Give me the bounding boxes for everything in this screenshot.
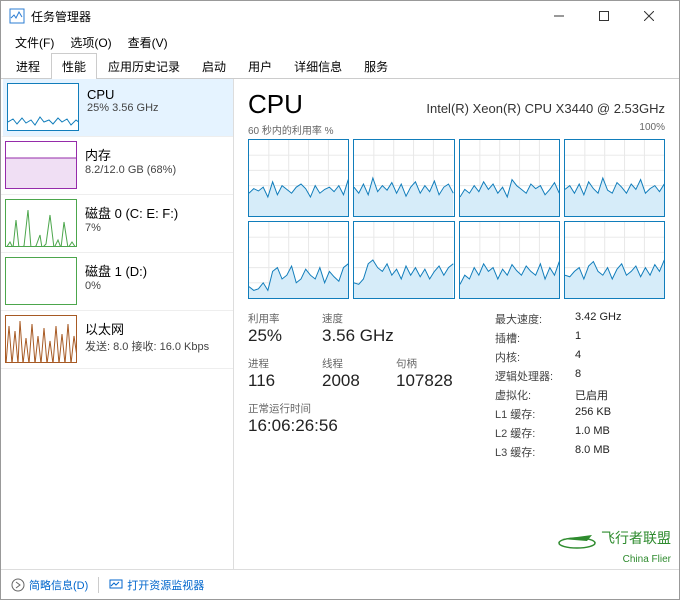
threads-value: 2008 [322, 371, 382, 391]
tab-details[interactable]: 详细信息 [283, 53, 353, 79]
maximize-button[interactable] [581, 1, 626, 31]
spec-sockets-label: 插槽: [495, 330, 575, 346]
handles-value: 107828 [396, 371, 456, 391]
speed-value: 3.56 GHz [322, 326, 394, 346]
spec-l3-label: L3 缓存: [495, 444, 575, 460]
sidebar-net-sub: 发送: 8.0 接收: 16.0 Kbps [85, 338, 209, 354]
cpu-thumbnail-chart [7, 83, 79, 131]
spec-virt-value: 已启用 [575, 387, 608, 403]
tab-processes[interactable]: 进程 [5, 53, 51, 79]
cpu-core-1-chart [353, 139, 454, 217]
spec-cores-value: 4 [575, 349, 581, 365]
close-button[interactable] [626, 1, 671, 31]
tab-performance[interactable]: 性能 [51, 53, 97, 79]
cpu-core-3-chart [564, 139, 665, 217]
cpu-core-2-chart [459, 139, 560, 217]
sidebar-memory-title: 内存 [85, 145, 176, 164]
stats-area: 利用率 25% 速度 3.56 GHz 进程 116 [248, 311, 665, 463]
sidebar-cpu-title: CPU [87, 87, 159, 102]
spec-virt-label: 虚拟化: [495, 387, 575, 403]
threads-label: 线程 [322, 356, 382, 371]
processes-value: 116 [248, 371, 308, 391]
chart-label-right: 100% [639, 122, 665, 137]
titlebar[interactable]: 任务管理器 [1, 1, 679, 31]
cpu-core-grid[interactable] [248, 139, 665, 299]
spec-sockets-value: 1 [575, 330, 581, 346]
spec-l3-value: 8.0 MB [575, 444, 610, 460]
spec-maxspeed-value: 3.42 GHz [575, 311, 621, 327]
monitor-icon [109, 578, 123, 592]
tabbar: 进程 性能 应用历史记录 启动 用户 详细信息 服务 [1, 53, 679, 79]
sidebar-cpu-sub: 25% 3.56 GHz [87, 102, 159, 114]
minimize-button[interactable] [536, 1, 581, 31]
window-title: 任务管理器 [31, 8, 536, 25]
sidebar-memory-sub: 8.2/12.0 GB (68%) [85, 164, 176, 176]
spec-logical-label: 逻辑处理器: [495, 368, 575, 384]
spec-l1-label: L1 缓存: [495, 406, 575, 422]
utilization-label: 利用率 [248, 311, 308, 326]
sidebar-item-memory[interactable]: 内存 8.2/12.0 GB (68%) [1, 137, 233, 195]
menu-options[interactable]: 选项(O) [62, 32, 119, 53]
memory-thumbnail-chart [5, 141, 77, 189]
sidebar-item-cpu[interactable]: CPU 25% 3.56 GHz [1, 79, 233, 137]
speed-label: 速度 [322, 311, 394, 326]
sidebar-item-ethernet[interactable]: 以太网 发送: 8.0 接收: 16.0 Kbps [1, 311, 233, 369]
app-icon [9, 8, 25, 24]
menubar: 文件(F) 选项(O) 查看(V) [1, 31, 679, 53]
cpu-core-5-chart [353, 221, 454, 299]
disk0-thumbnail-chart [5, 199, 77, 247]
disk1-thumbnail-chart [5, 257, 77, 305]
uptime-label: 正常运行时间 [248, 401, 338, 416]
separator [98, 577, 99, 593]
uptime-value: 16:06:26:56 [248, 416, 338, 436]
chart-label-left: 60 秒内的利用率 % [248, 122, 334, 137]
spec-cores-label: 内核: [495, 349, 575, 365]
content-body: CPU 25% 3.56 GHz 内存 8.2/12.0 GB (68%) [1, 79, 679, 569]
sidebar-disk1-sub: 0% [85, 280, 147, 292]
fewer-details-link[interactable]: 简略信息(D) [11, 577, 88, 593]
cpu-model: Intel(R) Xeon(R) CPU X3440 @ 2.53GHz [426, 101, 665, 116]
main-panel: CPU Intel(R) Xeon(R) CPU X3440 @ 2.53GHz… [233, 79, 679, 569]
task-manager-window: 任务管理器 文件(F) 选项(O) 查看(V) 进程 性能 应用历史记录 启动 … [0, 0, 680, 600]
cpu-core-0-chart [248, 139, 349, 217]
sidebar-net-title: 以太网 [85, 319, 209, 338]
tab-app-history[interactable]: 应用历史记录 [97, 53, 191, 79]
spec-l2-value: 1.0 MB [575, 425, 610, 441]
menu-view[interactable]: 查看(V) [120, 32, 176, 53]
footer: 简略信息(D) 打开资源监视器 [1, 569, 679, 599]
menu-file[interactable]: 文件(F) [7, 32, 62, 53]
spec-l1-value: 256 KB [575, 406, 611, 422]
chevron-circle-icon [11, 578, 25, 592]
tab-services[interactable]: 服务 [353, 53, 399, 79]
spec-l2-label: L2 缓存: [495, 425, 575, 441]
cpu-core-7-chart [564, 221, 665, 299]
spec-logical-value: 8 [575, 368, 581, 384]
handles-label: 句柄 [396, 356, 456, 371]
resource-monitor-label: 打开资源监视器 [127, 577, 204, 593]
page-title: CPU [248, 89, 303, 120]
cpu-core-4-chart [248, 221, 349, 299]
sidebar-disk1-title: 磁盘 1 (D:) [85, 261, 147, 280]
sidebar-disk0-sub: 7% [85, 222, 178, 234]
tab-users[interactable]: 用户 [237, 53, 283, 79]
fewer-details-label: 简略信息(D) [29, 577, 88, 593]
sidebar: CPU 25% 3.56 GHz 内存 8.2/12.0 GB (68%) [1, 79, 233, 569]
sidebar-disk0-title: 磁盘 0 (C: E: F:) [85, 203, 178, 222]
ethernet-thumbnail-chart [5, 315, 77, 363]
window-controls [536, 1, 671, 31]
cpu-core-6-chart [459, 221, 560, 299]
utilization-value: 25% [248, 326, 308, 346]
sidebar-item-disk1[interactable]: 磁盘 1 (D:) 0% [1, 253, 233, 311]
resource-monitor-link[interactable]: 打开资源监视器 [109, 577, 204, 593]
tab-startup[interactable]: 启动 [191, 53, 237, 79]
spec-maxspeed-label: 最大速度: [495, 311, 575, 327]
processes-label: 进程 [248, 356, 308, 371]
sidebar-item-disk0[interactable]: 磁盘 0 (C: E: F:) 7% [1, 195, 233, 253]
